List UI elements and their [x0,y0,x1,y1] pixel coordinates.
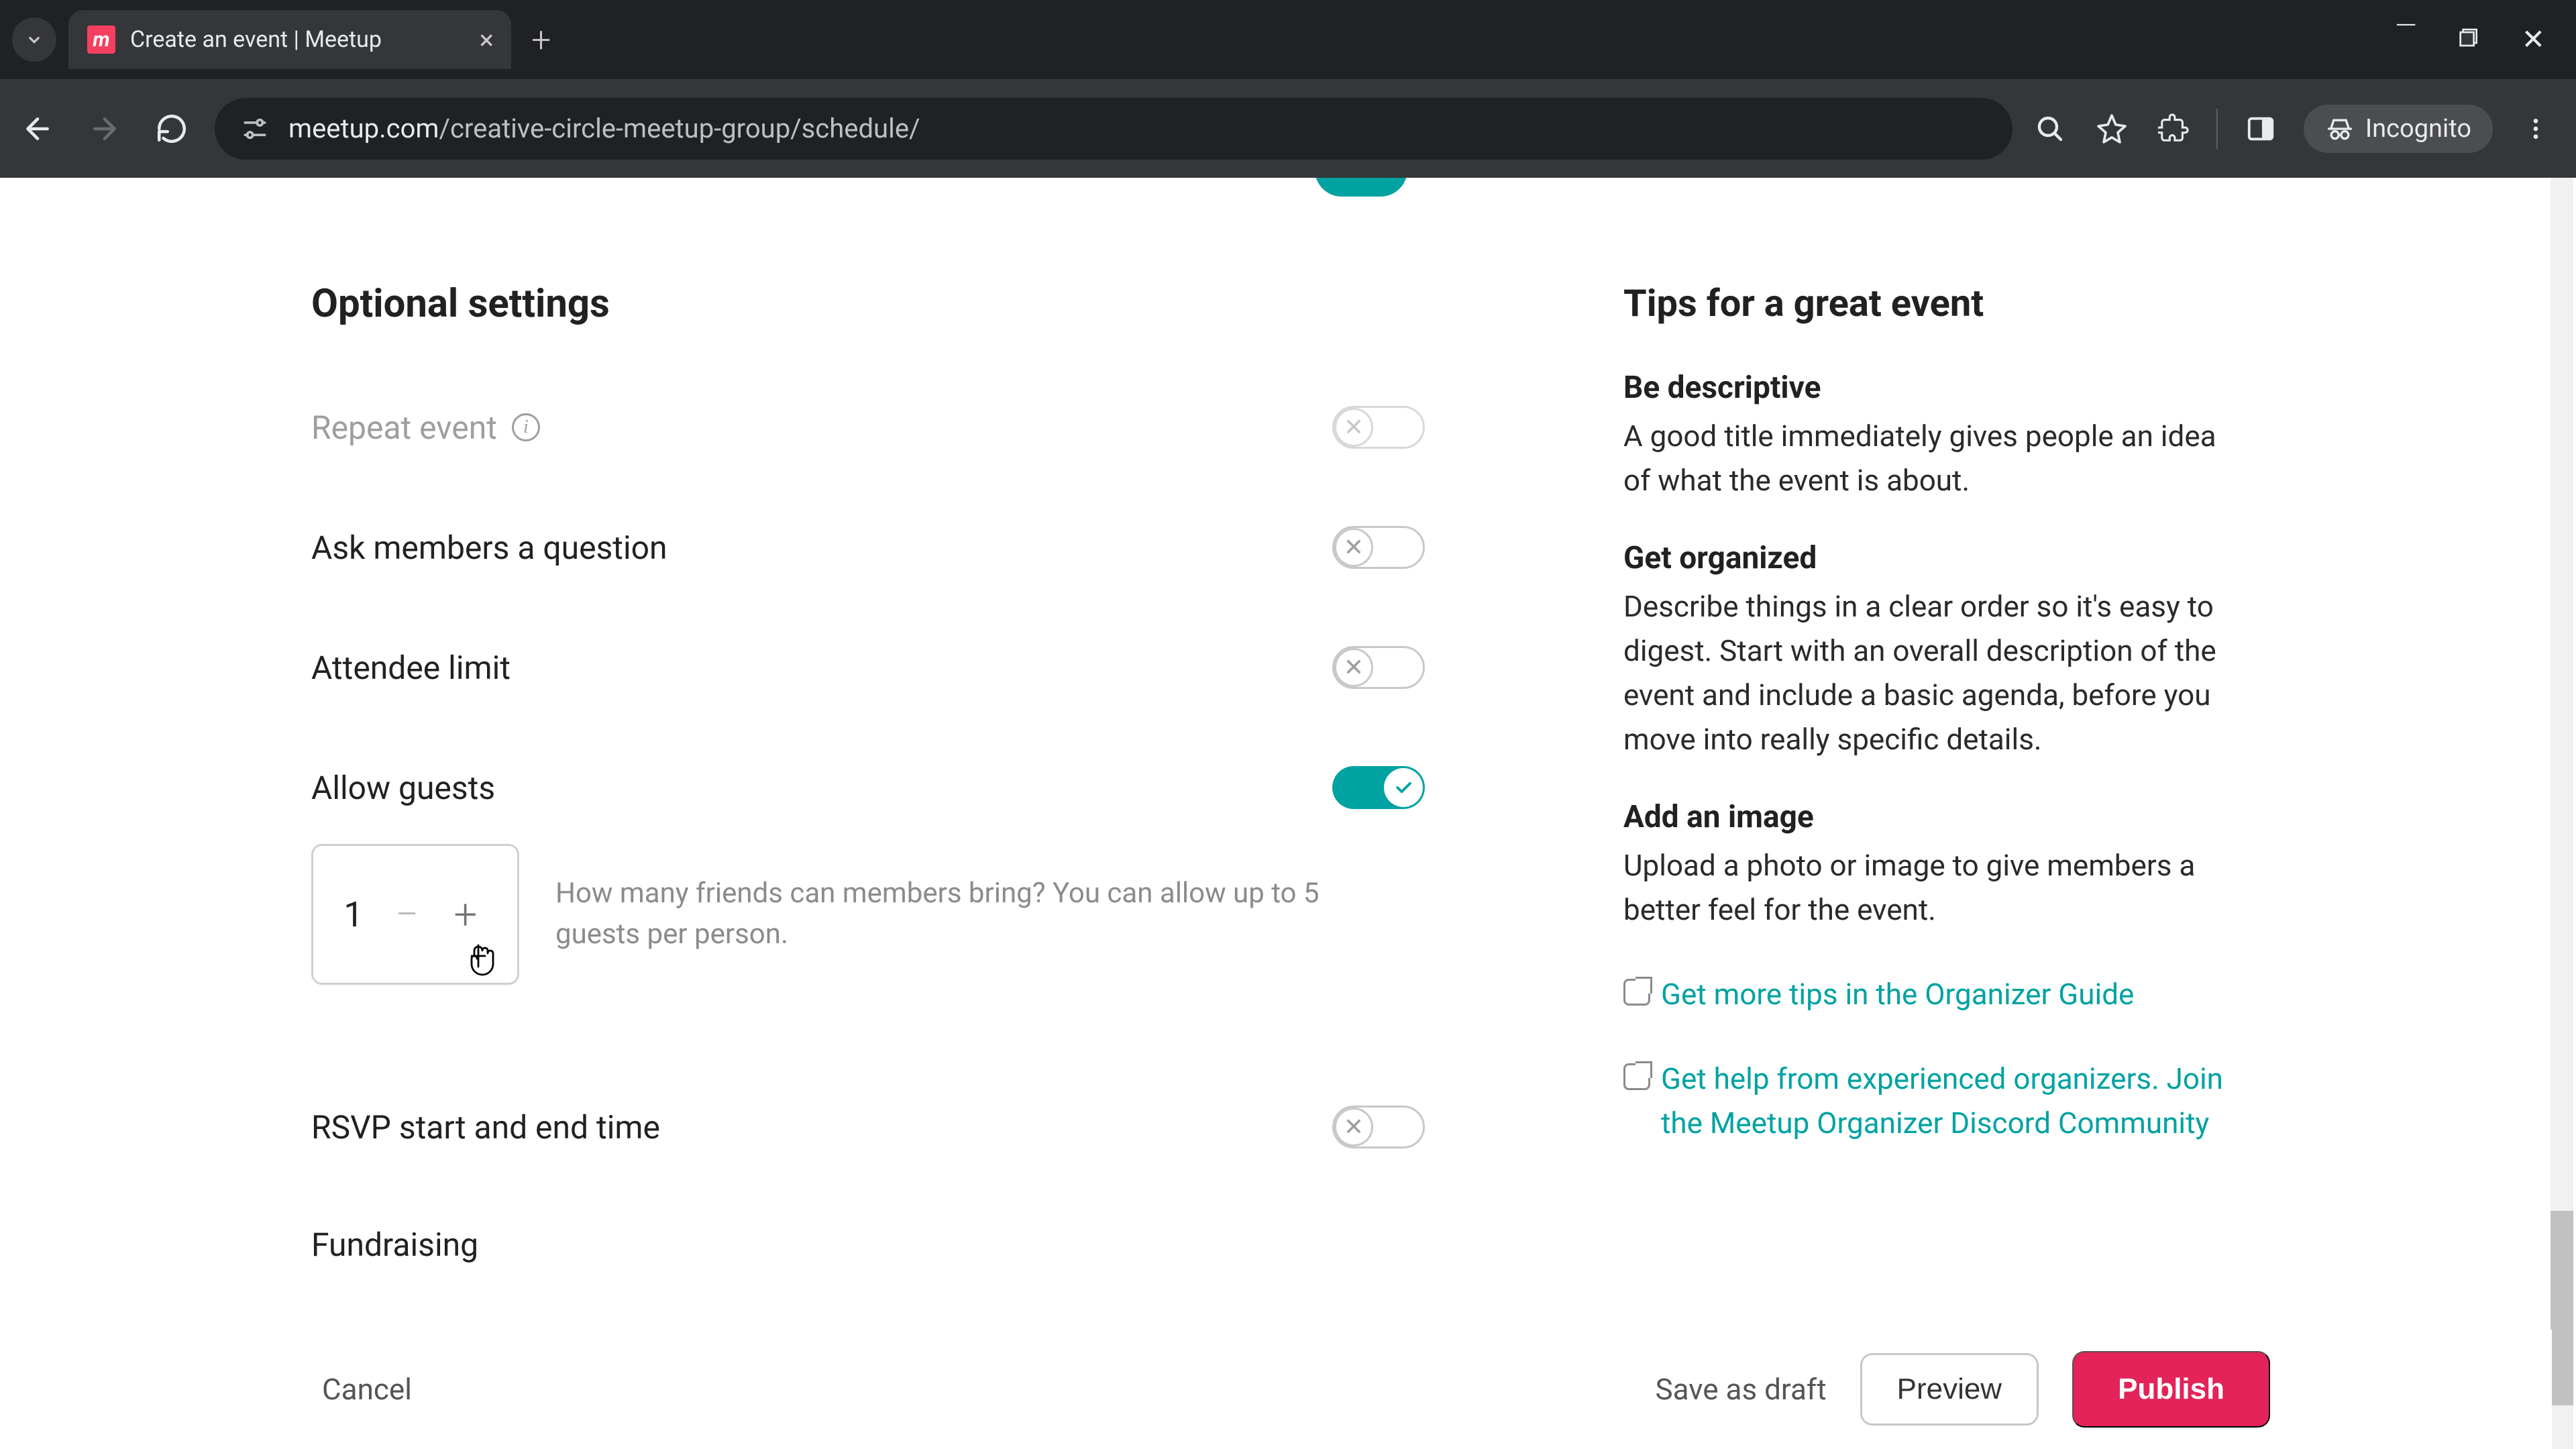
attendee-limit-row: Attendee limit ✕ [311,646,1425,689]
url-text: meetup.com/creative-circle-meetup-group/… [288,113,920,144]
toggle-knob: ✕ [1334,1108,1373,1146]
page-content: Optional settings Repeat event i ✕ Ask m… [0,178,2576,1449]
tip-link-row: Get more tips in the Organizer Guide [1623,972,2241,1016]
tip-heading: Get organized [1623,540,2241,576]
toolbar-right: Incognito [2031,105,2563,153]
kebab-icon [2522,115,2549,142]
stepper-increment-button[interactable]: + [447,890,484,939]
tune-icon [240,114,270,144]
tip-heading: Add an image [1623,799,2241,835]
side-panel-icon[interactable] [2242,110,2279,148]
search-icon[interactable] [2031,110,2069,148]
window-maximize-button[interactable] [2459,23,2480,56]
tip-body: Upload a photo or image to give members … [1623,843,2241,932]
rsvp-time-label: RSVP start and end time [311,1108,660,1146]
window-close-button[interactable]: ✕ [2522,23,2545,56]
attendee-limit-label: Attendee limit [311,649,511,687]
allow-guests-toggle[interactable] [1332,766,1425,809]
bookmark-icon[interactable] [2093,110,2131,148]
maximize-icon [2459,27,2480,48]
tab-close-button[interactable]: × [480,24,494,56]
guest-help-text: How many friends can members bring? You … [555,873,1401,955]
section-title: Optional settings [311,281,1425,327]
publish-button[interactable]: Publish [2072,1351,2270,1428]
toggle-knob: ✕ [1334,408,1373,447]
tips-column: Tips for a great event Be descriptive A … [1623,281,2241,1341]
ask-question-row: Ask members a question ✕ [311,526,1425,569]
stepper-decrement-button[interactable]: − [388,890,425,939]
tab-title: Create an event | Meetup [130,26,382,53]
menu-button[interactable] [2517,110,2555,148]
toggle-knob [1384,768,1423,807]
allow-guests-label: Allow guests [311,769,495,807]
forward-button[interactable] [80,105,129,153]
toggle-knob: ✕ [1334,648,1373,687]
info-icon[interactable]: i [512,413,540,441]
site-info-button[interactable] [239,113,271,145]
repeat-event-label: Repeat event i [311,409,540,447]
repeat-event-toggle: ✕ [1332,406,1425,449]
discord-community-link[interactable]: Get help from experienced organizers. Jo… [1661,1057,2241,1145]
scrollbar-thumb[interactable] [2551,1211,2573,1405]
allow-guests-row: Allow guests [311,766,1425,809]
tip-heading: Be descriptive [1623,370,2241,406]
arrow-left-icon [21,112,54,146]
guest-stepper-row: 1 − + How many friends can members bring… [311,844,1425,985]
new-tab-button[interactable]: + [531,19,551,60]
fundraising-label: Fundraising [311,1226,478,1264]
browser-chrome: m Create an event | Meetup × + — ✕ [0,0,2576,178]
footer-bar: Cancel Save as draft Preview Publish [0,1330,2552,1449]
attendee-limit-toggle[interactable]: ✕ [1332,646,1425,689]
tips-title: Tips for a great event [1623,281,2241,325]
scrollbar-track[interactable] [2551,178,2573,1449]
rsvp-time-toggle[interactable]: ✕ [1332,1106,1425,1148]
ask-question-label: Ask members a question [311,529,667,567]
check-icon [1393,777,1413,798]
extensions-icon[interactable] [2155,110,2192,148]
external-link-icon [1623,979,1650,1006]
reload-button[interactable] [148,105,196,153]
save-draft-button[interactable]: Save as draft [1656,1372,1827,1407]
incognito-icon [2325,114,2355,144]
reload-icon [155,112,189,146]
window-controls: — ✕ [2395,23,2576,56]
external-link-icon [1623,1063,1650,1090]
guest-count-stepper: 1 − + [311,844,519,985]
settings-column: Optional settings Repeat event i ✕ Ask m… [311,281,1425,1341]
address-bar[interactable]: meetup.com/creative-circle-meetup-group/… [215,98,2012,160]
window-minimize-button[interactable]: — [2395,9,2416,43]
meetup-favicon-icon: m [87,25,115,54]
chevron-down-icon [24,30,44,50]
toolbar-divider [2216,109,2218,149]
tip-link-row: Get help from experienced organizers. Jo… [1623,1057,2241,1145]
tip-block: Get organized Describe things in a clear… [1623,540,2241,761]
incognito-chip[interactable]: Incognito [2304,105,2493,153]
tip-body: Describe things in a clear order so it's… [1623,584,2241,761]
fundraising-row: Fundraising [311,1226,1425,1264]
organizer-guide-link[interactable]: Get more tips in the Organizer Guide [1661,972,2134,1016]
arrow-right-icon [88,112,121,146]
tip-block: Be descriptive A good title immediately … [1623,370,2241,502]
cancel-button[interactable]: Cancel [322,1372,412,1407]
toggle-knob: ✕ [1334,528,1373,567]
incognito-label: Incognito [2365,114,2471,144]
ask-question-toggle[interactable]: ✕ [1332,526,1425,569]
preview-button[interactable]: Preview [1860,1353,2039,1426]
back-button[interactable] [13,105,62,153]
browser-tab[interactable]: m Create an event | Meetup × [68,10,511,69]
rsvp-time-row: RSVP start and end time ✕ [311,1106,1425,1148]
tip-block: Add an image Upload a photo or image to … [1623,799,2241,932]
browser-toolbar: meetup.com/creative-circle-meetup-group/… [0,79,2576,178]
tip-body: A good title immediately gives people an… [1623,414,2241,502]
tab-search-dropdown[interactable] [12,17,56,62]
tab-strip: m Create an event | Meetup × + — ✕ [0,0,2576,79]
repeat-event-row: Repeat event i ✕ [311,406,1425,449]
guest-count-value: 1 [340,894,367,935]
